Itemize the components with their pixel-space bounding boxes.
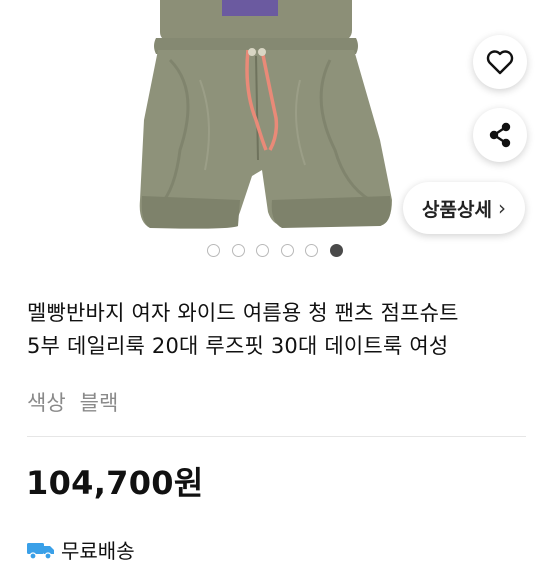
divider (27, 436, 526, 437)
pager-dot[interactable] (207, 244, 220, 257)
shipping-info: 무료배송 (27, 535, 135, 564)
image-pager (0, 244, 553, 264)
pager-dot[interactable] (305, 244, 319, 257)
share-button[interactable] (473, 108, 527, 162)
pager-dot[interactable] (280, 244, 294, 257)
product-detail-label: 상품상세 (422, 198, 492, 221)
shipping-label: 무료배송 (61, 539, 135, 563)
chevron-right-icon: › (497, 196, 506, 220)
like-button[interactable] (473, 35, 527, 89)
color-label: 색상 (27, 391, 66, 415)
color-value: 블랙 (79, 391, 119, 415)
truck-icon (27, 540, 55, 560)
pager-dot[interactable] (256, 244, 270, 257)
product-title-line-1: 멜빵반바지 여자 와이드 여름용 청 팬츠 점프슈트 (27, 301, 459, 325)
pager-dot[interactable] (329, 244, 343, 257)
product-detail-button[interactable]: 상품상세 › (403, 182, 525, 234)
product-title-line-2: 5부 데일리룩 20대 루즈핏 30대 데이트룩 여성 (27, 334, 449, 358)
pager-dot[interactable] (231, 244, 245, 257)
heart-outline-icon (486, 50, 514, 75)
color-option: 색상 블랙 (27, 387, 118, 417)
share-icon (489, 122, 511, 148)
price: 104,700원 (26, 464, 204, 502)
product-title: 멜빵반바지 여자 와이드 여름용 청 팬츠 점프슈트 5부 데일리룩 20대 루… (27, 297, 537, 363)
